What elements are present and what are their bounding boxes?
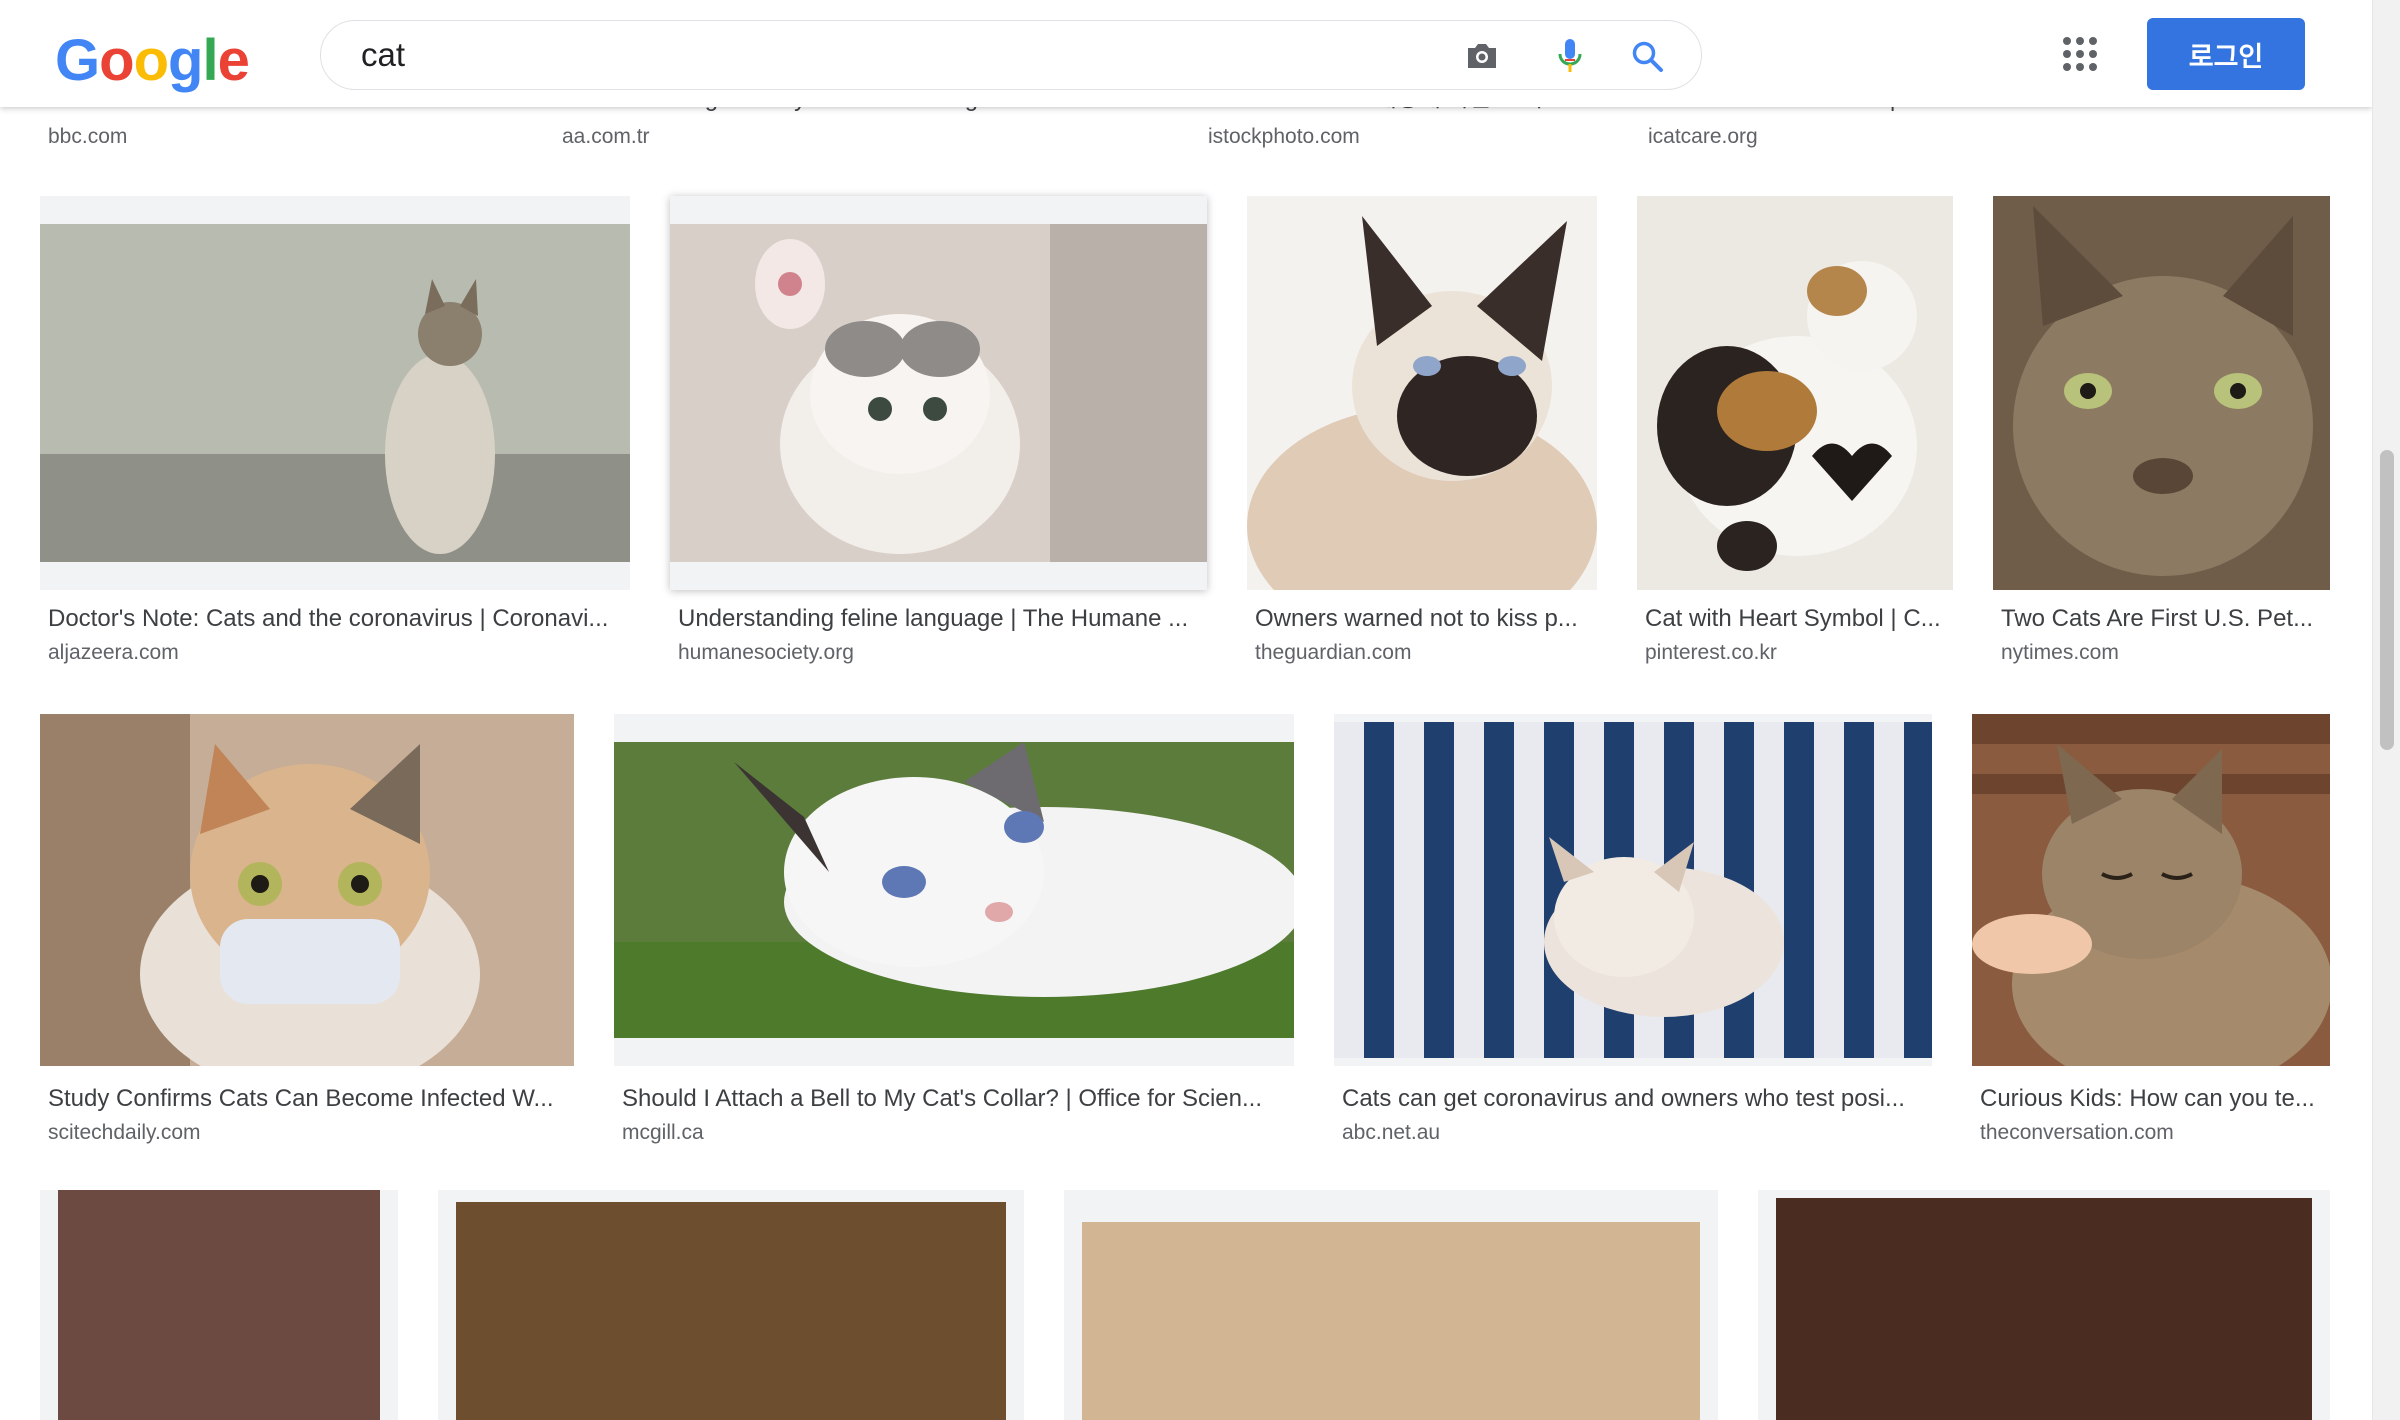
results-page: Google 로그인 The <box>0 0 2372 1420</box>
result-source[interactable]: humanesociety.org <box>678 640 854 666</box>
result-source[interactable]: mcgill.ca <box>622 1120 704 1146</box>
search-input[interactable] <box>359 29 1363 81</box>
result-source[interactable]: abc.net.au <box>1342 1120 1440 1146</box>
search-icon[interactable] <box>1626 35 1668 77</box>
result-thumbnail[interactable] <box>1972 714 2330 1066</box>
thumbnail-image <box>1993 196 2330 590</box>
result-source[interactable]: nytimes.com <box>2001 640 2119 666</box>
thumbnail-image <box>1972 714 2330 1066</box>
result-source[interactable]: aljazeera.com <box>48 640 179 666</box>
thumbnail-placeholder <box>58 1190 380 1420</box>
logo-letter: o <box>133 28 169 93</box>
logo-letter: l <box>202 28 218 93</box>
apps-grid-icon[interactable] <box>2062 36 2098 72</box>
header-bar: Google 로그인 <box>0 0 2372 107</box>
result-thumbnail[interactable] <box>438 1190 1024 1420</box>
thumbnail-image <box>1334 722 1932 1058</box>
login-button[interactable]: 로그인 <box>2147 18 2305 90</box>
result-source[interactable]: theconversation.com <box>1980 1120 2174 1146</box>
microphone-icon[interactable] <box>1549 35 1591 77</box>
result-title[interactable]: Should I Attach a Bell to My Cat's Colla… <box>622 1084 1292 1114</box>
result-title[interactable]: Two Cats Are First U.S. Pet... <box>2001 604 2328 634</box>
result-source[interactable]: pinterest.co.kr <box>1645 640 1777 666</box>
result-thumbnail[interactable] <box>1247 196 1597 590</box>
logo-letter: e <box>217 28 250 93</box>
result-thumbnail[interactable] <box>40 1190 398 1420</box>
thumbnail-image <box>1247 196 1597 590</box>
logo-letter: g <box>168 28 203 93</box>
thumbnail-image <box>40 714 574 1066</box>
thumbnail-image <box>40 224 630 562</box>
result-thumbnail[interactable] <box>1637 196 1953 590</box>
scrollbar-thumb[interactable] <box>2380 450 2394 750</box>
thumbnail-placeholder <box>456 1202 1006 1420</box>
logo-letter: G <box>55 28 100 93</box>
result-title[interactable]: Study Confirms Cats Can Become Infected … <box>48 1084 572 1114</box>
result-source[interactable]: icatcare.org <box>1648 124 1758 150</box>
result-thumbnail[interactable] <box>1064 1190 1718 1420</box>
thumbnail-placeholder <box>1776 1198 2312 1420</box>
result-thumbnail[interactable] <box>1993 196 2330 590</box>
google-logo[interactable]: Google <box>55 26 250 96</box>
thumbnail-image <box>1637 196 1953 590</box>
result-title[interactable]: Understanding feline language | The Huma… <box>678 604 1205 634</box>
result-source[interactable]: istockphoto.com <box>1208 124 1360 150</box>
result-thumbnail[interactable] <box>40 196 630 590</box>
result-title[interactable]: Cat with Heart Symbol | C... <box>1645 604 1951 634</box>
search-box <box>320 20 1702 90</box>
vertical-scrollbar[interactable] <box>2372 0 2400 1420</box>
result-source[interactable]: bbc.com <box>48 124 127 150</box>
result-title[interactable]: Doctor's Note: Cats and the coronavirus … <box>48 604 628 634</box>
result-title[interactable]: Cats can get coronavirus and owners who … <box>1342 1084 1930 1114</box>
camera-icon[interactable] <box>1461 35 1503 77</box>
result-thumbnail[interactable] <box>670 196 1207 590</box>
result-thumbnail[interactable] <box>614 714 1294 1066</box>
thumbnail-image <box>670 224 1207 562</box>
result-source[interactable]: scitechdaily.com <box>48 1120 201 1146</box>
result-title[interactable]: Owners warned not to kiss p... <box>1255 604 1595 634</box>
result-title[interactable]: Curious Kids: How can you te... <box>1980 1084 2328 1114</box>
thumbnail-image <box>614 742 1294 1038</box>
result-thumbnail[interactable] <box>1758 1190 2330 1420</box>
logo-letter: o <box>99 28 134 93</box>
result-source[interactable]: aa.com.tr <box>562 124 650 150</box>
result-source[interactable]: theguardian.com <box>1255 640 1411 666</box>
thumbnail-placeholder <box>1082 1222 1700 1420</box>
result-thumbnail[interactable] <box>40 714 574 1066</box>
result-thumbnail[interactable] <box>1334 714 1932 1066</box>
